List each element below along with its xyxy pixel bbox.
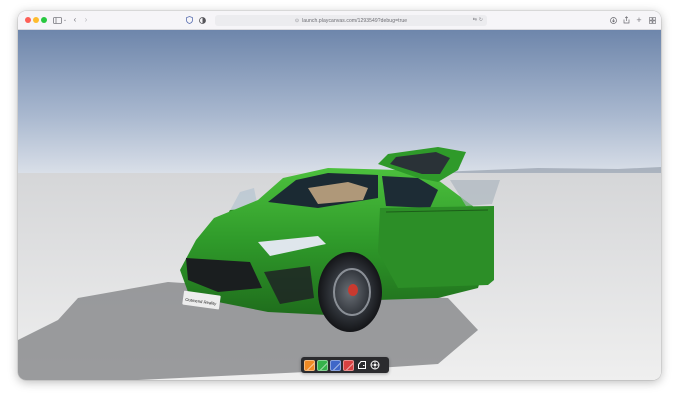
share-icon[interactable] <box>621 14 631 26</box>
sky <box>18 30 661 173</box>
red-paint-swatch[interactable] <box>343 359 354 371</box>
lock-icon: ⊙ <box>294 17 300 24</box>
minimize-window-button[interactable] <box>33 17 39 23</box>
paint-toolbar <box>301 357 389 373</box>
reload-icon[interactable]: ↻ <box>479 17 483 23</box>
contrast-icon[interactable] <box>197 14 207 26</box>
plus-icon[interactable]: + <box>635 14 643 26</box>
download-icon[interactable] <box>608 14 618 26</box>
browser-toolbar: ⌄ ‹ › ⊙ launch.playcanvas.com/1293549?de… <box>18 11 661 30</box>
open-front-door <box>378 206 494 288</box>
wheel-icon[interactable] <box>369 360 380 371</box>
browser-window: ⌄ ‹ › ⊙ launch.playcanvas.com/1293549?de… <box>18 11 661 380</box>
brake-caliper <box>348 284 358 296</box>
zoom-window-button[interactable] <box>41 17 47 23</box>
forward-button[interactable]: › <box>82 14 90 26</box>
close-window-button[interactable] <box>25 17 31 23</box>
green-paint-swatch[interactable] <box>317 359 328 371</box>
chevron-down-icon[interactable]: ⌄ <box>62 14 68 26</box>
car-door-icon[interactable] <box>356 360 367 371</box>
address-bar[interactable]: ⊙ launch.playcanvas.com/1293549?debug=tr… <box>215 15 487 26</box>
orange-paint-swatch[interactable] <box>304 359 315 371</box>
3d-viewport[interactable]: Outmend Reality <box>18 30 661 380</box>
back-button[interactable]: ‹ <box>71 14 79 26</box>
car-scene: Outmend Reality <box>18 30 661 380</box>
url-text: launch.playcanvas.com/1293549?debug=true <box>302 17 408 24</box>
tab-overview-icon[interactable] <box>647 14 657 26</box>
translate-icon[interactable]: ⇆ <box>473 17 477 23</box>
shield-icon[interactable] <box>184 14 194 26</box>
blue-paint-swatch[interactable] <box>330 359 341 371</box>
